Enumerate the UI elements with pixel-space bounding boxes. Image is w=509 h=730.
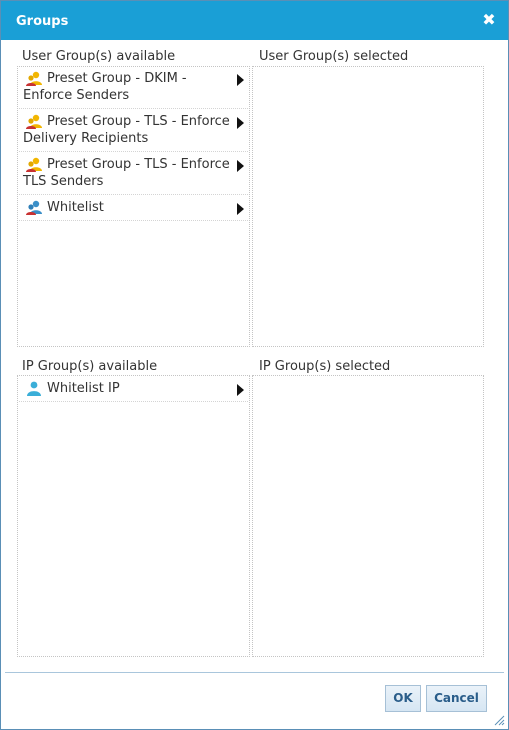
- move-right-arrow-icon[interactable]: [237, 117, 244, 129]
- title-bar[interactable]: Groups ✖: [1, 1, 508, 40]
- user-groups-selected-list[interactable]: [252, 66, 484, 347]
- list-item-user-group[interactable]: Whitelist: [19, 196, 248, 221]
- list-item-label: Preset Group - TLS - Enforce TLS Senders: [23, 157, 230, 189]
- move-right-arrow-icon[interactable]: [237, 160, 244, 172]
- move-right-arrow-icon[interactable]: [237, 74, 244, 86]
- ip-groups-available-list[interactable]: Whitelist IP: [17, 375, 250, 657]
- close-icon[interactable]: ✖: [480, 11, 498, 29]
- user-groups-available-label: User Group(s) available: [22, 49, 176, 64]
- dialog-title: Groups: [16, 14, 69, 29]
- move-right-arrow-icon[interactable]: [237, 384, 244, 396]
- resize-grip-icon[interactable]: [493, 714, 505, 726]
- list-item-label: Whitelist: [47, 200, 104, 215]
- list-item-label: Whitelist IP: [47, 381, 120, 396]
- list-item-user-group[interactable]: Preset Group - TLS - Enforce TLS Senders: [19, 153, 248, 195]
- list-item-ip-group[interactable]: Whitelist IP: [19, 377, 248, 402]
- move-right-arrow-icon[interactable]: [237, 203, 244, 215]
- ip-groups-selected-label: IP Group(s) selected: [259, 359, 391, 374]
- user-groups-selected-label: User Group(s) selected: [259, 49, 409, 64]
- list-item-user-group[interactable]: Preset Group - DKIM - Enforce Senders: [19, 67, 248, 109]
- ok-button[interactable]: OK: [385, 685, 421, 712]
- footer-divider: [5, 672, 504, 673]
- cancel-button[interactable]: Cancel: [426, 685, 487, 712]
- list-item-label: Preset Group - DKIM - Enforce Senders: [23, 71, 187, 103]
- list-item-label: Preset Group - TLS - Enforce Delivery Re…: [23, 114, 230, 146]
- ip-groups-selected-list[interactable]: [252, 375, 484, 657]
- ip-groups-available-label: IP Group(s) available: [22, 359, 158, 374]
- user-groups-available-list[interactable]: Preset Group - DKIM - Enforce Senders Pr…: [17, 66, 250, 347]
- groups-dialog: Groups ✖ User Group(s) available User Gr…: [0, 0, 509, 730]
- list-item-user-group[interactable]: Preset Group - TLS - Enforce Delivery Re…: [19, 110, 248, 152]
